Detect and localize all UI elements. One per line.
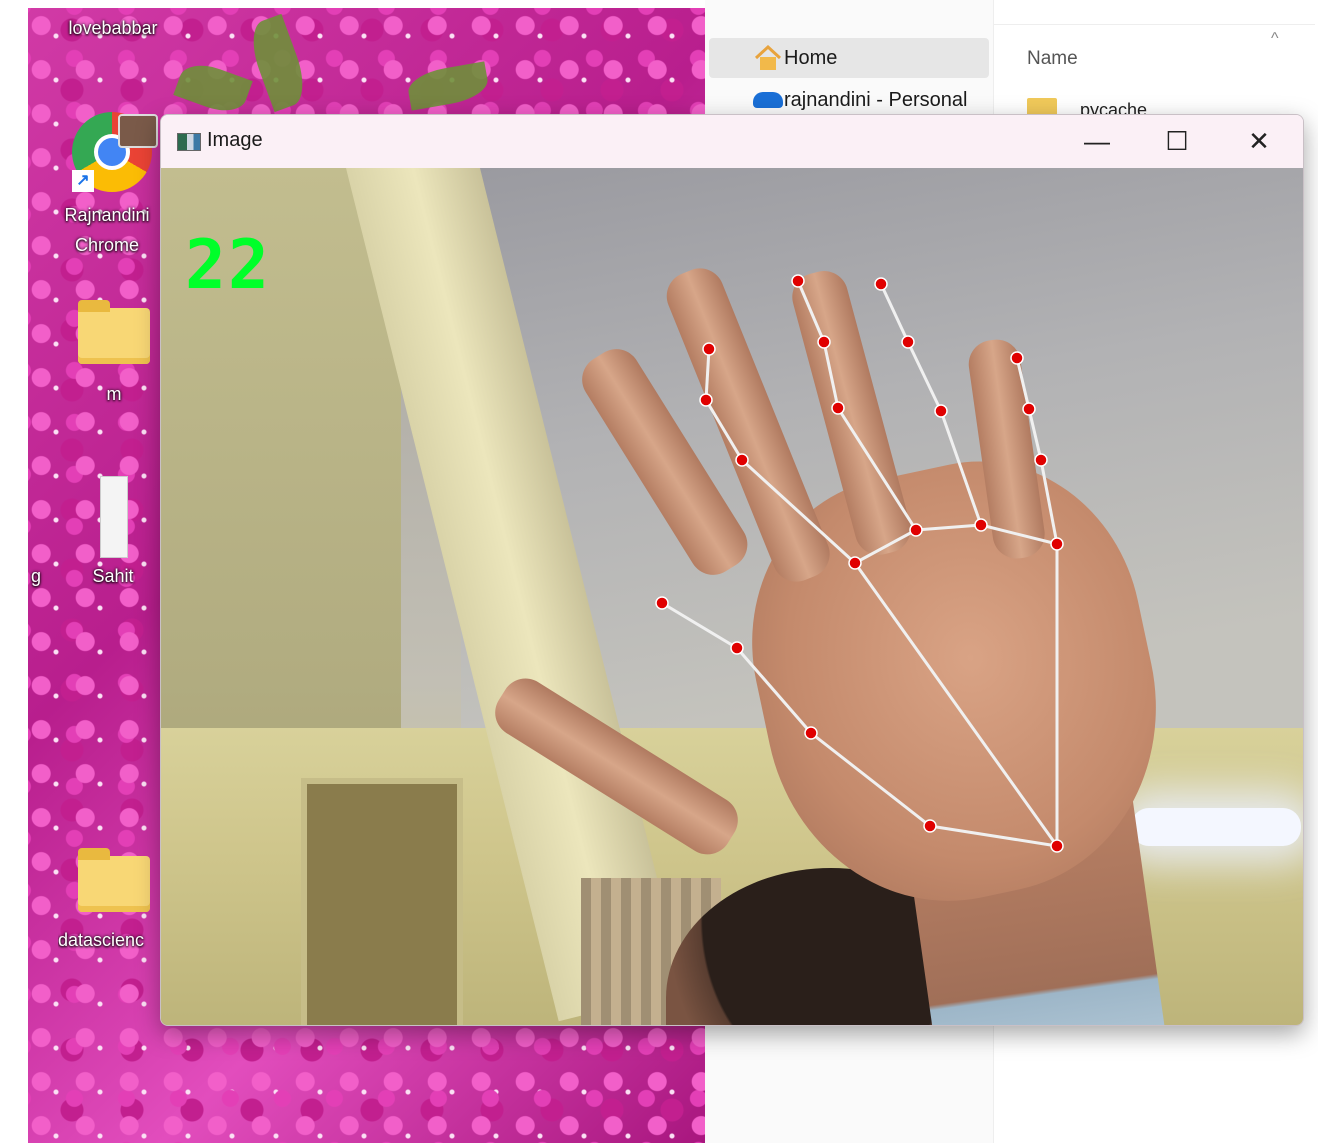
landmark-connection [735, 647, 813, 734]
landmark-connection [740, 458, 857, 565]
landmark-connection [854, 528, 917, 565]
landmark-point [874, 277, 888, 291]
column-header-name[interactable]: Name [1027, 48, 1078, 70]
landmark-connection [796, 280, 826, 343]
landmark-point [655, 596, 669, 610]
landmark-point [848, 556, 862, 570]
desktop-icon-label[interactable]: datascienc [58, 930, 160, 951]
landmark-point [909, 523, 923, 537]
profile-avatar-icon [118, 114, 158, 148]
landmark-point [1010, 351, 1024, 365]
wallpaper-leaf [405, 61, 491, 111]
landmark-connection [879, 283, 910, 343]
landmark-connection [929, 824, 1058, 848]
shortcut-arrow-icon: ↗ [72, 170, 94, 192]
onedrive-cloud-icon [753, 92, 783, 108]
desktop-icon-label[interactable]: g [28, 566, 44, 587]
wallpaper-leaf [243, 13, 313, 113]
title-bar[interactable]: Image — ☐ ✕ [161, 115, 1303, 168]
close-button[interactable]: ✕ [1219, 115, 1299, 168]
landmark-connection [822, 341, 840, 409]
address-bar[interactable] [945, 0, 1315, 25]
app-icon [177, 133, 201, 151]
maximize-button[interactable]: ☐ [1137, 115, 1217, 168]
sort-caret-icon[interactable]: ^ [1271, 30, 1279, 48]
camera-feed: 22 [161, 168, 1303, 1025]
landmark-connection [810, 731, 931, 828]
window-title: Image [207, 129, 263, 151]
landmark-point [702, 342, 716, 356]
landmark-point [699, 393, 713, 407]
wallpaper-leaf [173, 57, 253, 119]
landmark-point [901, 335, 915, 349]
landmark-point [1050, 537, 1064, 551]
desktop-icon-label[interactable]: Sahit [82, 566, 144, 587]
desktop-icon-label[interactable]: lovebabbar [58, 18, 168, 39]
landmark-point [923, 819, 937, 833]
file-icon[interactable] [100, 476, 128, 558]
landmark-point [817, 335, 831, 349]
landmark-point [1050, 839, 1064, 853]
folder-icon[interactable] [78, 300, 150, 364]
landmark-connection [704, 399, 744, 461]
image-window[interactable]: Image — ☐ ✕ 22 [160, 114, 1304, 1026]
landmark-point [791, 274, 805, 288]
landmark-point [831, 401, 845, 415]
landmark-connection [939, 410, 983, 526]
landmark-connection [836, 407, 918, 531]
landmark-connection [915, 523, 982, 532]
landmark-connection [1027, 408, 1043, 461]
fps-counter: 22 [185, 226, 271, 305]
landmark-connection [661, 601, 738, 650]
landmark-point [934, 404, 948, 418]
home-icon [754, 45, 782, 70]
desktop-icon-label[interactable]: m [102, 384, 126, 405]
folder-icon[interactable] [78, 848, 150, 912]
nav-item-label: rajnandini - Personal [784, 88, 968, 111]
landmark-point [1034, 453, 1048, 467]
minimize-button[interactable]: — [1057, 115, 1137, 168]
landmark-point [735, 453, 749, 467]
landmark-point [1022, 402, 1036, 416]
desktop-icon-label[interactable]: Rajnandini Chrome [52, 200, 162, 260]
landmark-point [730, 641, 744, 655]
nav-item-home[interactable]: Home [709, 38, 989, 78]
landmark-connection [906, 341, 943, 412]
landmark-point [804, 726, 818, 740]
landmark-point [974, 518, 988, 532]
nav-item-label: Home [784, 46, 838, 69]
landmark-connection [1015, 357, 1031, 410]
landmark-connection [853, 562, 1059, 847]
landmark-connection [1039, 459, 1059, 545]
hand-landmarks-overlay [655, 274, 1064, 853]
landmark-connection [980, 523, 1058, 546]
landmark-connection [704, 348, 711, 401]
